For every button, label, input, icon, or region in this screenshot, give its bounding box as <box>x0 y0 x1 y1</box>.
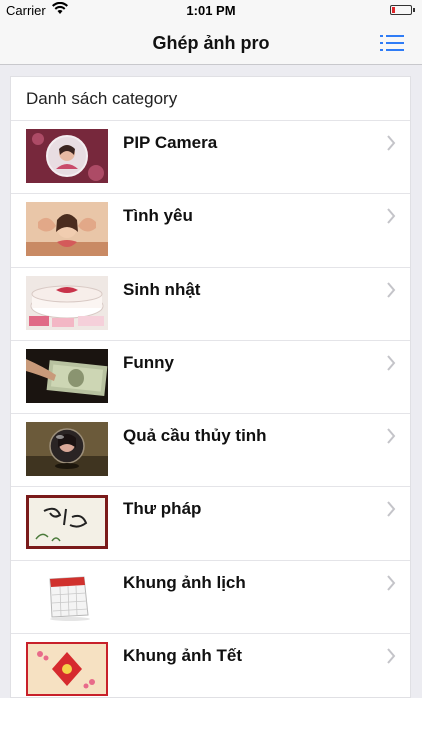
birthday-thumbnail <box>26 275 108 330</box>
chevron-right-icon <box>387 135 396 151</box>
chevron-right-icon <box>387 575 396 591</box>
battery-icon <box>390 5 415 15</box>
chevron-right-icon <box>387 428 396 444</box>
category-label: Khung ảnh lịch <box>123 572 246 592</box>
bottom-area <box>0 698 422 750</box>
category-label: Thư pháp <box>123 499 202 519</box>
category-row-birthday[interactable]: Sinh nhật <box>11 268 410 341</box>
pip-camera-thumbnail <box>26 129 108 183</box>
category-label: Funny <box>123 352 174 372</box>
calligraphy-thumbnail <box>26 495 108 550</box>
chevron-right-icon <box>387 281 396 298</box>
list-menu-icon[interactable] <box>380 34 404 52</box>
category-label: Quả cầu thủy tinh <box>123 426 267 446</box>
category-row-calendar[interactable]: Khung ảnh lịch <box>11 561 410 635</box>
category-label: Khung ảnh Tết <box>123 646 242 666</box>
content-area: Danh sách category PIP Camera Tình yêu S… <box>0 65 422 698</box>
category-row-tet[interactable]: Khung ảnh Tết <box>11 634 410 698</box>
navigation-bar: Ghép ảnh pro <box>0 20 422 65</box>
tet-thumbnail <box>26 642 108 697</box>
funny-thumbnail <box>26 348 108 403</box>
love-thumbnail <box>26 202 108 257</box>
status-bar: Carrier 1:01 PM <box>0 0 422 20</box>
status-time: 1:01 PM <box>186 3 236 18</box>
category-row-love[interactable]: Tình yêu <box>11 194 410 268</box>
calendar-thumbnail <box>26 568 108 623</box>
chevron-right-icon <box>387 208 396 224</box>
category-label: Sinh nhật <box>123 279 201 299</box>
category-row-calligraphy[interactable]: Thư pháp <box>11 487 410 561</box>
category-label: Tình yêu <box>123 206 193 226</box>
battery-level <box>392 7 395 13</box>
page-title: Ghép ảnh pro <box>152 33 270 53</box>
category-label: PIP Camera <box>123 133 218 152</box>
crystal-ball-thumbnail <box>26 422 108 477</box>
chevron-right-icon <box>387 648 396 664</box>
chevron-right-icon <box>387 501 396 518</box>
category-row-crystal-ball[interactable]: Quả cầu thủy tinh <box>11 414 410 488</box>
category-list-header: Danh sách category <box>11 77 410 121</box>
chevron-right-icon <box>387 355 396 371</box>
category-card: Danh sách category PIP Camera Tình yêu S… <box>10 76 411 698</box>
category-row-funny[interactable]: Funny <box>11 341 410 415</box>
category-row-pip-camera[interactable]: PIP Camera <box>11 121 410 195</box>
